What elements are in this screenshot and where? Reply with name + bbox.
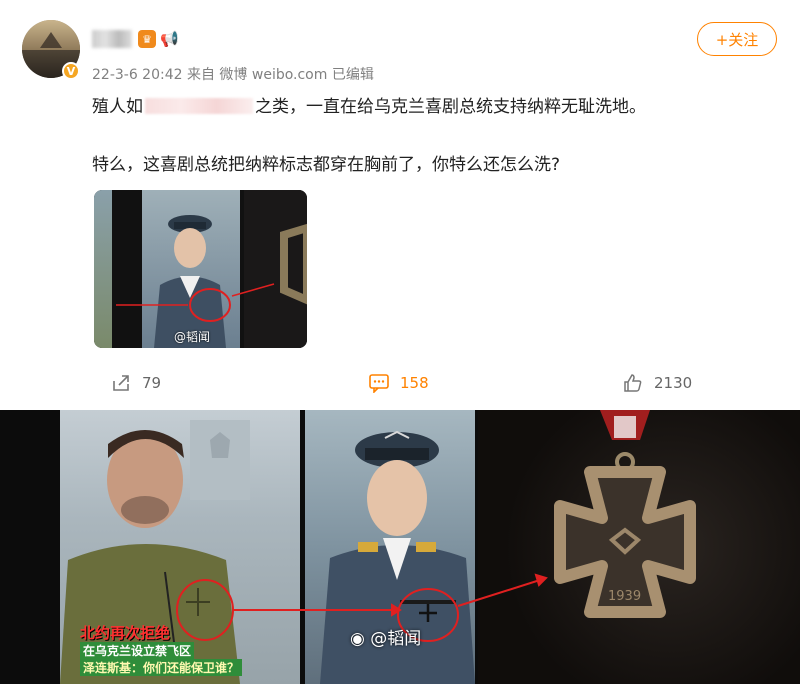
comment-count: 158 bbox=[400, 374, 429, 392]
like-button[interactable]: 2130 bbox=[622, 372, 692, 394]
like-count: 2130 bbox=[654, 374, 693, 392]
watermark-text: @韬闻 bbox=[370, 629, 422, 649]
redacted-mention bbox=[145, 98, 253, 114]
weibo-logo-icon: ◉ bbox=[350, 629, 365, 649]
share-button[interactable]: 79 bbox=[110, 372, 161, 394]
thumbnail-watermark: @韬闻 bbox=[174, 330, 211, 344]
share-icon bbox=[110, 372, 132, 394]
share-count: 79 bbox=[142, 374, 162, 392]
post-meta: 22-3-6 20:42 来自 微博 weibo.com 已编辑 bbox=[92, 67, 374, 83]
caption-yellow: 泽连斯基：你们还能保卫谁？ bbox=[80, 659, 243, 676]
username-redacted[interactable] bbox=[92, 30, 132, 48]
follow-button[interactable]: +关注 bbox=[697, 22, 777, 56]
medal-year: 1939 bbox=[608, 589, 641, 604]
level-icon: ♛ bbox=[138, 30, 156, 48]
thumbnail-drawing bbox=[116, 215, 307, 348]
caption-red: 北约再次拒绝 bbox=[80, 624, 171, 642]
medal-year-label: 1939 bbox=[608, 589, 641, 604]
post-text-line2: 特么，这喜剧总统把纳粹标志都穿在胸前了，你特么还怎么洗? bbox=[92, 155, 561, 175]
post-text-line1: 殖人如 之类，一直在给乌克兰喜剧总统支持纳粹无耻洗地。 bbox=[92, 92, 646, 117]
image-watermark: ◉ @韬闻 bbox=[350, 624, 421, 649]
like-icon bbox=[622, 372, 644, 394]
horn-icon: 📢 bbox=[160, 30, 179, 48]
text-segment: 之类，一直在给乌克兰喜剧总统支持纳粹无耻洗地。 bbox=[255, 97, 646, 117]
comment-icon bbox=[368, 372, 390, 394]
post-image-thumbnail[interactable]: @韬闻 bbox=[94, 190, 307, 348]
weibo-post-card: V ♛ 📢 22-3-6 20:42 来自 微博 weibo.com 已编辑 +… bbox=[0, 0, 800, 410]
caption-green: 在乌克兰设立禁飞区 bbox=[80, 642, 195, 659]
verified-icon: V bbox=[62, 62, 80, 80]
comment-button[interactable]: 158 bbox=[368, 372, 429, 394]
iron-cross-medal: 1939 bbox=[554, 410, 696, 618]
text-segment: 殖人如 bbox=[92, 97, 143, 117]
comparison-image: 1939 北约再次拒绝 在乌克兰设立禁飞区 泽连斯基：你们还能保卫谁？ ◉ @韬… bbox=[0, 410, 800, 684]
